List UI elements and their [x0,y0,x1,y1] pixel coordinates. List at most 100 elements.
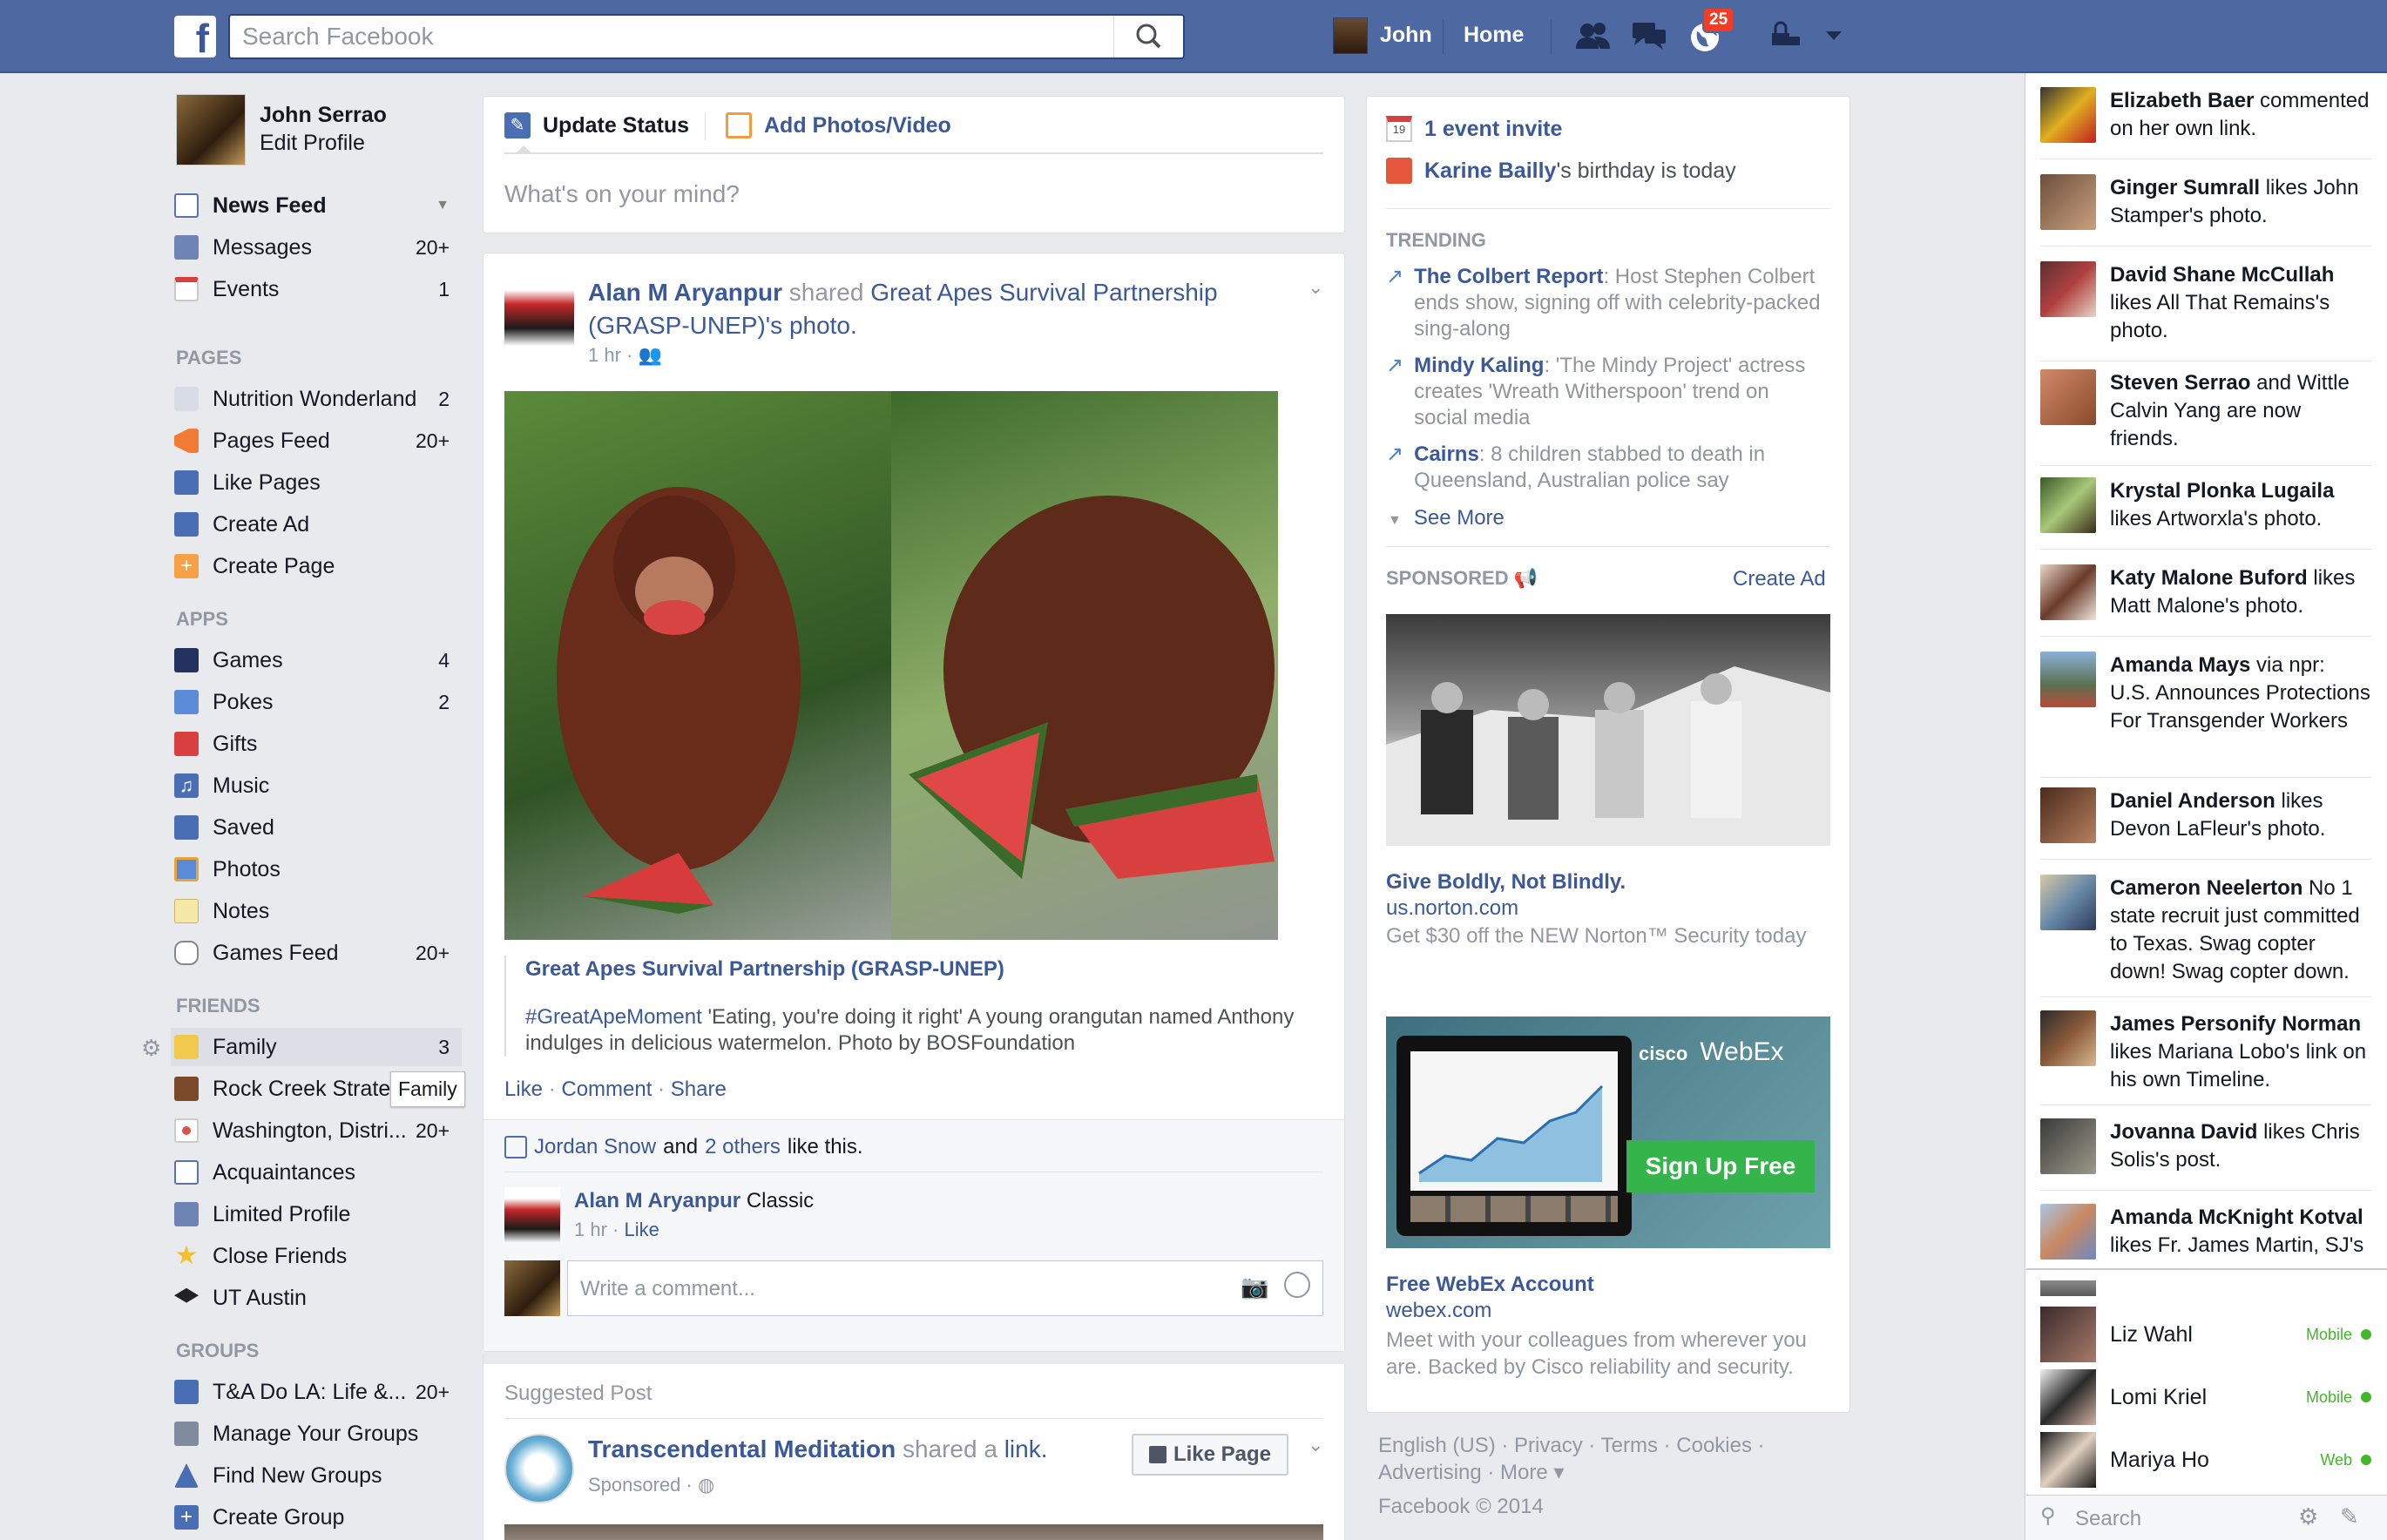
header-profile-link[interactable]: John [1380,23,1432,48]
sidebar-item-photos[interactable]: Photos [174,850,462,888]
sidebar-item-notes[interactable]: Notes [174,892,462,930]
ticker-item[interactable]: Cameron Neelerton No 1 state recruit jus… [2040,875,2371,986]
comment-link[interactable]: Comment [561,1077,652,1101]
ticker-item[interactable]: Krystal Plonka Lugaila likes Artworxla's… [2040,477,2371,533]
sidebar-item-games[interactable]: Games 4 [174,641,462,679]
suggested-author-link[interactable]: Transcendental Meditation [588,1435,896,1462]
sidebar-item-nutrition-wonderland[interactable]: Nutrition Wonderland 2 [174,380,462,418]
add-photos-tab[interactable]: Add Photos/Video [726,112,951,138]
ticker-item[interactable]: Katy Malone Buford likes Matt Malone's p… [2040,564,2371,620]
birthday-row[interactable]: Karine Bailly's birthday is today [1386,158,1736,184]
footer-links-2[interactable]: Advertising · More ▾ [1378,1460,1564,1485]
suggested-image[interactable] [504,1524,1323,1540]
post-author-link[interactable]: Alan M Aryanpur [588,279,782,306]
ticker-item[interactable]: Amanda McKnight Kotval likes Fr. James M… [2040,1204,2371,1266]
comment-input[interactable]: Write a comment... 📷 [567,1260,1323,1316]
norton-ad-image[interactable] [1386,614,1830,846]
create-ad-link[interactable]: Create Ad [1733,567,1826,591]
sign-up-free-button[interactable]: Sign Up Free [1626,1140,1815,1192]
header-avatar[interactable] [1333,17,1368,54]
ticker-item[interactable]: Daniel Anderson likes Devon LaFleur's ph… [2040,787,2371,843]
chevron-down-icon[interactable]: ▼ [436,198,450,213]
trending-item[interactable]: ↗ Cairns: 8 children stabbed to death in… [1386,442,1822,494]
sidebar-item-close-friends[interactable]: ★ Close Friends [174,1237,462,1275]
post-photo-left[interactable] [504,391,891,940]
others-link[interactable]: 2 others [705,1135,781,1159]
sidebar-item-create-group[interactable]: + Create Group [174,1498,462,1537]
tm-logo-avatar[interactable] [504,1434,574,1503]
sidebar-item-games-feed[interactable]: Games Feed 20+ [174,934,462,972]
status-input[interactable]: What's on your mind? [504,180,740,208]
gear-icon[interactable]: ⚙ [141,1035,161,1062]
liker-link[interactable]: Jordan Snow [534,1135,656,1159]
camera-icon[interactable]: 📷 [1241,1273,1268,1300]
sidebar-item-acquaintances[interactable]: Acquaintances [174,1153,462,1192]
friend-requests-icon[interactable] [1573,16,1613,56]
chat-contact[interactable]: Lomi Kriel Mobile [2040,1369,2371,1425]
post-timestamp[interactable]: 1 hr · 👥 [588,344,662,367]
post-photo-right[interactable] [891,391,1278,940]
chat-settings-gear-icon[interactable]: ⚙ [2298,1503,2318,1530]
sidebar-item-create-page[interactable]: + Create Page [174,547,462,585]
sidebar-item-find-groups[interactable]: Find New Groups [174,1456,462,1495]
sidebar-item-family[interactable]: Family 3 [171,1028,462,1066]
ad1-title[interactable]: Give Boldly, Not Blindly. [1386,870,1626,895]
trending-item[interactable]: ↗ The Colbert Report: Host Stephen Colbe… [1386,264,1822,342]
sidebar-item-pages-feed[interactable]: Pages Feed 20+ [174,422,462,460]
ticker-item[interactable]: Ginger Sumrall likes John Stamper's phot… [2040,174,2371,230]
see-more-link[interactable]: ▼ See More [1388,506,1505,530]
sidebar-item-saved[interactable]: Saved [174,808,462,847]
share-link[interactable]: Share [671,1077,727,1101]
ticker-item[interactable]: Jovanna David likes Chris Solis's post. [2040,1118,2371,1174]
photo-link[interactable]: photo. [789,312,857,339]
update-status-tab[interactable]: ✎ Update Status [504,112,689,138]
account-menu-chevron-icon[interactable] [1814,16,1854,56]
sidebar-item-manage-groups[interactable]: Manage Your Groups [174,1415,462,1453]
edit-profile-link[interactable]: Edit Profile [260,131,365,156]
sidebar-item-pokes[interactable]: Pokes 2 [174,683,462,721]
sidebar-item-events[interactable]: Events 1 [174,270,462,308]
footer-links[interactable]: English (US) · Privacy · Terms · Cookies… [1378,1434,1765,1458]
chat-search-input[interactable]: Search [2075,1507,2141,1531]
emoji-icon[interactable] [1284,1272,1310,1298]
comment-author-link[interactable]: Alan M Aryanpur [574,1189,740,1212]
sidebar-item-news-feed[interactable]: News Feed ▼ [174,186,462,225]
like-link[interactable]: Like [504,1077,543,1101]
sidebar-item-messages[interactable]: Messages 20+ [174,228,462,267]
sidebar-item-washington[interactable]: Washington, Distri... 20+ [174,1111,462,1150]
post-options-chevron-icon[interactable]: ⌄ [1308,276,1323,299]
facebook-logo-icon[interactable]: f [174,16,216,57]
suggested-link[interactable]: link. [1004,1435,1048,1462]
ticker-item[interactable]: James Personify Norman likes Mariana Lob… [2040,1010,2371,1094]
ad1-url[interactable]: us.norton.com [1386,896,1518,921]
event-invite-row[interactable]: 19 1 event invite [1386,116,1562,142]
sidebar-item-gifts[interactable]: Gifts [174,725,462,763]
sidebar-item-ta-do-la[interactable]: T&A Do LA: Life &... 20+ [174,1373,462,1411]
search-input[interactable] [230,16,1101,57]
sidebar-item-music[interactable]: ♫ Music [174,767,462,805]
ticker-item[interactable]: David Shane McCullah likes All That Rema… [2040,261,2371,345]
profile-name[interactable]: John Serrao [260,103,387,128]
sidebar-item-like-pages[interactable]: Like Pages [174,463,462,502]
attachment-title-link[interactable]: Great Apes Survival Partnership (GRASP-U… [525,957,1004,982]
hashtag-link[interactable]: #GreatApeMoment [525,1005,702,1029]
ticker-item[interactable]: Amanda Mays via npr: U.S. Announces Prot… [2040,652,2371,735]
ticker-item[interactable]: Elizabeth Baer commented on her own link… [2040,87,2371,143]
search-button[interactable] [1113,16,1183,57]
new-message-icon[interactable]: ✎ [2340,1503,2359,1530]
ticker-item[interactable]: Steven Serrao and Wittle Calvin Yang are… [2040,369,2371,453]
suggested-options-chevron-icon[interactable]: ⌄ [1308,1434,1323,1456]
header-home-link[interactable]: Home [1464,23,1524,48]
ad2-title[interactable]: Free WebEx Account [1386,1273,1594,1297]
messages-icon[interactable] [1629,16,1669,56]
chat-contact[interactable]: Mariya Ho Web [2040,1432,2371,1488]
comment-like-link[interactable]: Like [624,1219,659,1240]
webex-ad-image[interactable]: cisco WebEx Sign Up Free [1386,1017,1830,1248]
privacy-shortcuts-icon[interactable] [1767,16,1807,56]
trending-item[interactable]: ↗ Mindy Kaling: 'The Mindy Project' actr… [1386,353,1822,431]
sidebar-item-create-ad[interactable]: Create Ad [174,505,462,544]
profile-photo[interactable] [176,94,246,165]
chat-contact[interactable]: Liz Wahl Mobile [2040,1307,2371,1362]
like-page-button[interactable]: Like Page [1132,1434,1288,1476]
ad2-url[interactable]: webex.com [1386,1299,1491,1323]
